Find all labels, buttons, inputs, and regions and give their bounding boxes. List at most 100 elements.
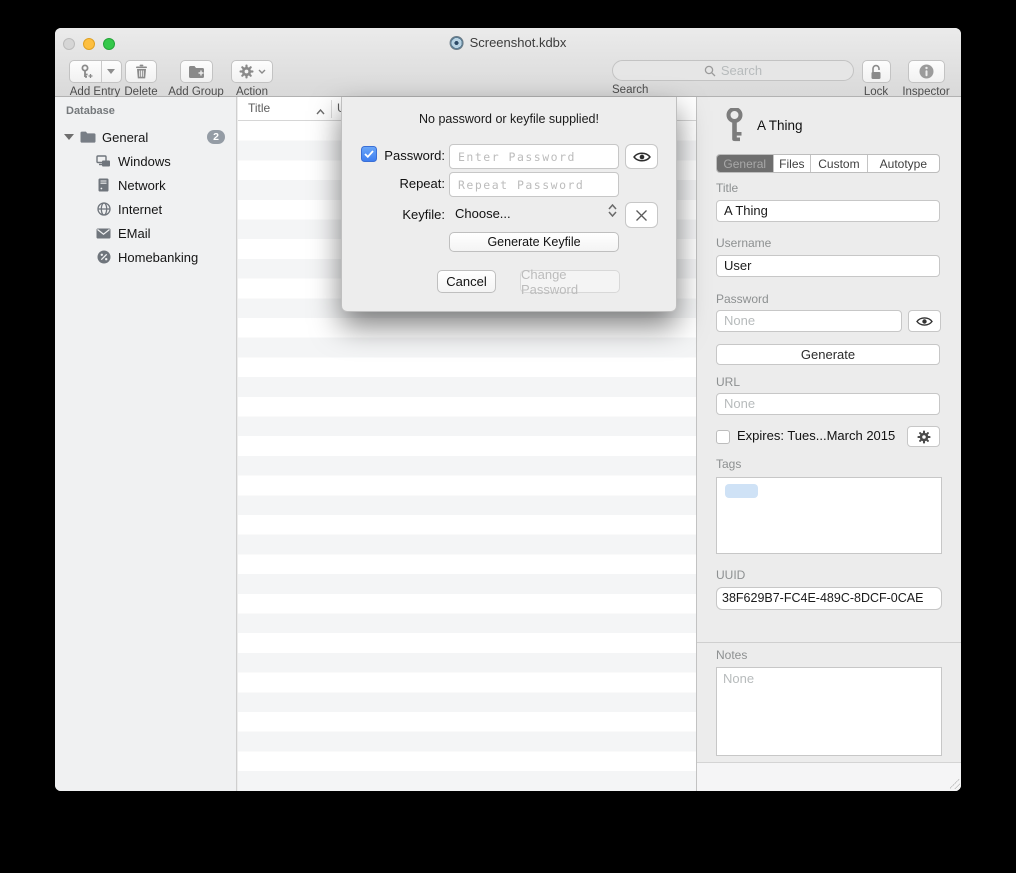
- title-field-label: Title: [716, 181, 738, 195]
- gear-icon: [917, 430, 931, 444]
- url-field-label: URL: [716, 375, 740, 389]
- generate-password-button[interactable]: Generate: [716, 344, 940, 365]
- group-count-badge: 2: [207, 130, 225, 144]
- chevron-down-icon: [258, 69, 266, 74]
- sidebar-item-label: Network: [118, 178, 166, 193]
- change-password-button[interactable]: Change Password: [520, 270, 620, 293]
- minimize-button[interactable]: [83, 38, 95, 50]
- stepper-icon[interactable]: [608, 204, 617, 217]
- search-input[interactable]: Search: [612, 60, 854, 81]
- tab-custom[interactable]: Custom: [811, 155, 868, 172]
- window-chrome: Screenshot.kdbx Add Entry Delete Add Gro…: [55, 28, 961, 97]
- sidebar-item-windows[interactable]: Windows: [55, 149, 237, 173]
- repeat-password-input[interactable]: Repeat Password: [449, 172, 619, 197]
- sidebar: Database General 2 Windows Network: [55, 97, 237, 791]
- column-header-title[interactable]: Title: [248, 101, 270, 115]
- tab-autotype[interactable]: Autotype: [868, 155, 939, 172]
- delete-button[interactable]: [125, 60, 157, 83]
- sort-ascending-icon: [316, 104, 325, 118]
- document-icon: [450, 36, 464, 50]
- close-button: [63, 38, 75, 50]
- uuid-label: UUID: [716, 568, 745, 582]
- trash-icon: [135, 64, 148, 79]
- notes-label: Notes: [716, 648, 747, 662]
- gear-icon: [239, 64, 254, 79]
- inspector-tabs: General Files Custom Autotype: [716, 154, 940, 173]
- info-icon: [919, 64, 934, 79]
- unlock-icon: [869, 64, 883, 80]
- search-icon: [704, 65, 716, 77]
- sidebar-item-general[interactable]: General 2: [55, 125, 237, 149]
- zoom-button[interactable]: [103, 38, 115, 50]
- username-field[interactable]: User: [716, 255, 940, 277]
- expires-label: Expires: Tues...March 2015: [737, 428, 895, 443]
- sheet-show-password-button[interactable]: [625, 144, 658, 169]
- sheet-warning-message: No password or keyfile supplied!: [342, 112, 676, 126]
- tab-general[interactable]: General: [717, 155, 774, 172]
- windows-group-icon: [95, 155, 112, 168]
- inspector-button[interactable]: [908, 60, 945, 83]
- enter-password-input[interactable]: Enter Password: [449, 144, 619, 169]
- sidebar-item-label: Internet: [118, 202, 162, 217]
- folder-plus-icon: [188, 65, 205, 78]
- column-divider[interactable]: [331, 100, 332, 118]
- password-field[interactable]: None: [716, 310, 902, 332]
- entry-title: A Thing: [757, 118, 803, 133]
- keyfile-popup[interactable]: Choose...: [455, 206, 511, 221]
- sidebar-item-label: General: [102, 130, 148, 145]
- disclosure-triangle-icon[interactable]: [64, 134, 74, 140]
- divider: [697, 642, 961, 643]
- tag-pill[interactable]: [725, 484, 758, 498]
- sidebar-item-label: Homebanking: [118, 250, 198, 265]
- sidebar-item-internet[interactable]: Internet: [55, 197, 237, 221]
- username-field-label: Username: [716, 236, 771, 250]
- generate-keyfile-button[interactable]: Generate Keyfile: [449, 232, 619, 252]
- sidebar-item-network[interactable]: Network: [55, 173, 237, 197]
- add-group-button[interactable]: [180, 60, 213, 83]
- eye-icon: [633, 151, 651, 163]
- chevron-down-icon: [107, 69, 115, 74]
- sidebar-item-label: EMail: [118, 226, 151, 241]
- expires-checkbox[interactable]: [716, 430, 730, 444]
- envelope-icon: [95, 228, 112, 239]
- eye-icon: [916, 316, 933, 327]
- clear-keyfile-button[interactable]: [625, 202, 658, 228]
- sheet-password-label: Password:: [378, 148, 445, 163]
- show-password-button[interactable]: [908, 310, 941, 332]
- key-icon: [725, 108, 744, 145]
- action-button[interactable]: [231, 60, 273, 83]
- password-field-label: Password: [716, 292, 769, 306]
- resize-grip[interactable]: [950, 779, 960, 789]
- cancel-button[interactable]: Cancel: [437, 270, 496, 293]
- password-enabled-checkbox[interactable]: [361, 146, 377, 162]
- tags-label: Tags: [716, 457, 741, 471]
- percent-icon: [95, 250, 112, 264]
- tab-files[interactable]: Files: [774, 155, 812, 172]
- sidebar-section-header: Database: [66, 105, 115, 117]
- app-window: Screenshot.kdbx Add Entry Delete Add Gro…: [55, 28, 961, 791]
- sheet-keyfile-label: Keyfile:: [378, 207, 445, 222]
- notes-textarea[interactable]: None: [716, 667, 942, 756]
- globe-icon: [95, 202, 112, 216]
- server-icon: [95, 178, 112, 192]
- sidebar-item-email[interactable]: EMail: [55, 221, 237, 245]
- window-title: Screenshot.kdbx: [470, 35, 567, 50]
- sidebar-item-homebanking[interactable]: Homebanking: [55, 245, 237, 269]
- uuid-field[interactable]: 38F629B7-FC4E-489C-8DCF-0CAE: [716, 587, 942, 610]
- tags-box[interactable]: [716, 477, 942, 554]
- lock-button[interactable]: [862, 60, 891, 83]
- change-password-sheet: No password or keyfile supplied! Passwor…: [341, 97, 677, 312]
- search-placeholder: Search: [721, 63, 762, 78]
- search-label: Search: [612, 84, 854, 96]
- close-x-icon: [635, 209, 648, 222]
- inspector-panel: A Thing General Files Custom Autotype Ti…: [696, 97, 961, 791]
- window-title-group: Screenshot.kdbx: [450, 35, 567, 50]
- add-entry-button[interactable]: [69, 60, 122, 83]
- checkmark-icon: [364, 150, 374, 158]
- expires-options-button[interactable]: [907, 426, 940, 447]
- traffic-lights: [63, 38, 115, 50]
- title-field[interactable]: A Thing: [716, 200, 940, 222]
- key-plus-icon: [70, 61, 102, 82]
- folder-icon: [79, 131, 96, 143]
- url-field[interactable]: None: [716, 393, 940, 415]
